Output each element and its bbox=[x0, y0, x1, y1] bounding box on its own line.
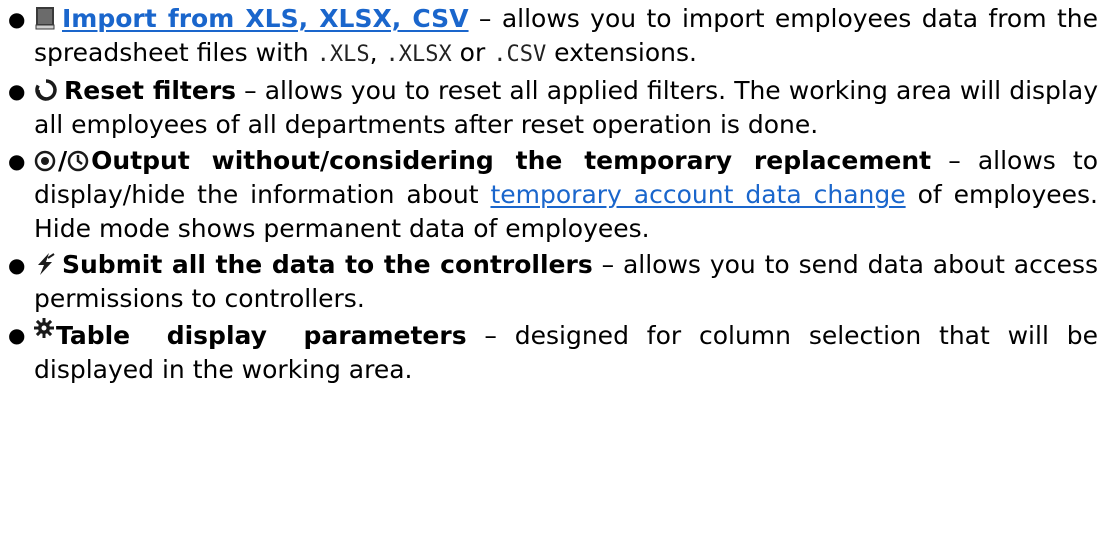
list-item-output-replacement: ● / Output without/considering the tempo… bbox=[8, 144, 1098, 246]
item-title: Submit all the data to the controllers bbox=[62, 250, 593, 279]
bullet: ● bbox=[8, 323, 26, 347]
item-title: Output without/considering the temporary… bbox=[91, 146, 932, 175]
bullet: ● bbox=[8, 149, 26, 173]
dash: – bbox=[236, 76, 265, 105]
item-description-end: extensions. bbox=[546, 38, 697, 67]
dash: – bbox=[592, 250, 623, 279]
slash: / bbox=[58, 146, 68, 175]
import-link[interactable]: Import from XLS, XLSX, CSV bbox=[62, 4, 469, 33]
toolbar-actions-list: ● Import from XLS, XLSX, CSV – allows yo… bbox=[8, 2, 1098, 387]
dash: – bbox=[468, 4, 502, 33]
list-item-import: ● Import from XLS, XLSX, CSV – allows yo… bbox=[8, 2, 1098, 72]
code-csv: .CSV bbox=[493, 42, 547, 67]
reset-icon bbox=[34, 78, 58, 102]
book-icon bbox=[34, 6, 56, 30]
dash: – bbox=[931, 146, 978, 175]
lightning-icon bbox=[34, 252, 56, 276]
code-xls: .XLS bbox=[316, 42, 370, 67]
bullet: ● bbox=[8, 253, 26, 277]
list-item-submit: ● Submit all the data to the controllers… bbox=[8, 248, 1098, 316]
gear-icon bbox=[34, 318, 54, 338]
dash: – bbox=[466, 321, 515, 350]
bullet: ● bbox=[8, 79, 26, 103]
help-page: ● Import from XLS, XLSX, CSV – allows yo… bbox=[0, 0, 1118, 555]
bullet: ● bbox=[8, 7, 26, 31]
item-title: Table display parameters bbox=[56, 321, 467, 350]
list-item-reset: ● Reset filters – allows you to reset al… bbox=[8, 74, 1098, 142]
temporary-account-data-link[interactable]: temporary account data change bbox=[490, 180, 905, 209]
clock-icon bbox=[67, 150, 89, 172]
separator: , bbox=[369, 38, 386, 67]
code-xlsx: .XLSX bbox=[385, 42, 452, 67]
item-title: Reset filters bbox=[64, 76, 237, 105]
record-icon bbox=[34, 150, 56, 172]
separator: or bbox=[451, 38, 494, 67]
list-item-table-display: ● Table display parameters – designed fo… bbox=[8, 318, 1098, 387]
